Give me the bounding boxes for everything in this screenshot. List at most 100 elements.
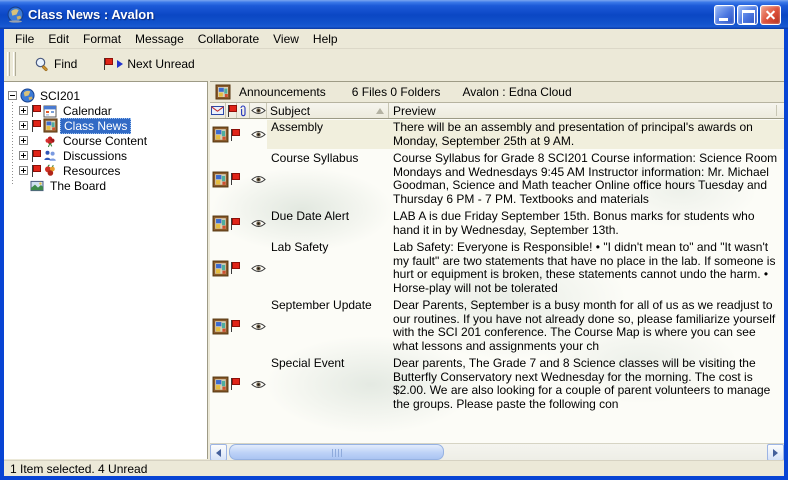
eye-icon: [251, 264, 266, 273]
eye-icon: [251, 106, 266, 115]
next-unread-button[interactable]: Next Unread: [97, 54, 200, 74]
toolbar-grip[interactable]: [7, 52, 10, 76]
tree-root-sci201[interactable]: SCI201: [4, 88, 207, 103]
maximize-button[interactable]: [737, 5, 758, 25]
globe-icon: [20, 88, 35, 103]
calendar-icon: [43, 104, 57, 118]
scroll-left-button[interactable]: [210, 444, 227, 461]
menu-view[interactable]: View: [266, 31, 306, 47]
sidebar-item-label: Calendar: [60, 104, 115, 118]
eye-icon: [251, 130, 266, 139]
unread-flag-icon: [230, 173, 239, 185]
unread-flag-icon: [230, 378, 239, 390]
unread-flag-icon: [31, 165, 40, 177]
panel-header: Announcements 6 Files 0 Folders Avalon :…: [210, 82, 784, 103]
board-icon: [30, 179, 44, 193]
list-item[interactable]: September Update Dear Parents, September…: [210, 297, 784, 355]
menu-file[interactable]: File: [8, 31, 41, 47]
unread-flag-icon: [230, 262, 239, 274]
expand-box-icon[interactable]: [19, 166, 28, 175]
announcement-icon: [212, 260, 229, 277]
item-subject: Due Date Alert: [267, 209, 389, 238]
sort-ascending-icon: [376, 108, 384, 114]
status-text: 1 Item selected. 4 Unread: [10, 462, 147, 476]
column-preview[interactable]: Preview: [389, 103, 784, 118]
magnifier-icon: [34, 56, 50, 72]
expand-box-icon[interactable]: [19, 151, 28, 160]
flag-icon: [227, 105, 236, 117]
course-content-icon: [43, 134, 57, 148]
announcement-icon: [212, 215, 229, 232]
scroll-right-button[interactable]: [767, 444, 784, 461]
column-attachment[interactable]: [237, 103, 250, 118]
close-button[interactable]: [760, 5, 781, 25]
paperclip-icon: [239, 105, 247, 117]
item-subject: Special Event: [267, 356, 389, 412]
envelope-icon: [211, 106, 224, 115]
collapse-box-icon[interactable]: [8, 91, 17, 100]
sidebar-item-discussions[interactable]: Discussions: [4, 148, 207, 163]
list-item[interactable]: Due Date Alert LAB A is due Friday Septe…: [210, 208, 784, 239]
menu-help[interactable]: Help: [306, 31, 345, 47]
minimize-button[interactable]: [714, 5, 735, 25]
subject-header-label: Subject: [270, 104, 310, 118]
file-folder-counts: 6 Files 0 Folders: [352, 85, 441, 99]
class-news-icon: [43, 118, 58, 133]
column-envelope[interactable]: [210, 103, 226, 118]
item-subject: September Update: [267, 298, 389, 354]
resources-icon: [43, 164, 57, 178]
sidebar-item-calendar[interactable]: Calendar: [4, 103, 207, 118]
column-subject[interactable]: Subject: [267, 103, 389, 118]
column-viewed[interactable]: [250, 103, 267, 118]
next-unread-label: Next Unread: [127, 57, 194, 71]
announcement-list: Assembly There will be an assembly and p…: [210, 119, 784, 443]
sidebar-item-label: Resources: [60, 164, 123, 178]
unread-flag-icon: [31, 120, 40, 132]
list-item[interactable]: Assembly There will be an assembly and p…: [210, 119, 784, 150]
menu-message[interactable]: Message: [128, 31, 191, 47]
item-subject: Course Syllabus: [267, 151, 389, 207]
sidebar-item-the-board[interactable]: The Board: [4, 178, 207, 193]
menu-collaborate[interactable]: Collaborate: [191, 31, 266, 47]
sidebar-item-course-content[interactable]: Course Content: [4, 133, 207, 148]
list-item[interactable]: Lab Safety Lab Safety: Everyone is Respo…: [210, 239, 784, 297]
column-flag[interactable]: [226, 103, 237, 118]
scrollbar-track[interactable]: [227, 444, 767, 460]
scrollbar-thumb[interactable]: [229, 444, 444, 460]
item-preview: Dear Parents, September is a busy month …: [389, 298, 784, 354]
announcement-icon: [212, 376, 229, 393]
title-bar[interactable]: Class News : Avalon: [0, 0, 788, 29]
chevron-right-icon: [773, 449, 778, 457]
find-button[interactable]: Find: [28, 53, 83, 75]
tree-root-label: SCI201: [37, 89, 83, 103]
toolbar-grip[interactable]: [13, 52, 16, 76]
expand-box-icon[interactable]: [19, 121, 28, 130]
menu-edit[interactable]: Edit: [41, 31, 76, 47]
item-subject: Lab Safety: [267, 240, 389, 296]
sidebar-item-label: The Board: [47, 179, 109, 193]
window-frame: File Edit Format Message Collaborate Vie…: [0, 29, 788, 480]
eye-icon: [251, 380, 266, 389]
sidebar-item-class-news[interactable]: Class News: [4, 118, 207, 133]
sidebar-item-label: Course Content: [60, 134, 150, 148]
announcement-icon: [212, 126, 229, 143]
expand-box-icon[interactable]: [19, 136, 28, 145]
unread-flag-icon: [31, 105, 40, 117]
discussions-icon: [43, 149, 57, 163]
item-preview: Lab Safety: Everyone is Responsible! • "…: [389, 240, 784, 296]
window-title: Class News : Avalon: [28, 7, 714, 22]
announcements-icon: [215, 84, 231, 100]
item-subject: Assembly: [267, 120, 389, 149]
list-item[interactable]: Course Syllabus Course Syllabus for Grad…: [210, 150, 784, 208]
content-area: SCI201 Calendar: [4, 79, 784, 460]
app-window: Class News : Avalon File Edit Format Mes…: [0, 0, 788, 480]
menu-format[interactable]: Format: [76, 31, 128, 47]
item-preview: LAB A is due Friday September 15th. Bonu…: [389, 209, 784, 238]
menu-bar: File Edit Format Message Collaborate Vie…: [4, 29, 784, 48]
list-item[interactable]: Special Event Dear parents, The Grade 7 …: [210, 355, 784, 413]
sidebar-item-resources[interactable]: Resources: [4, 163, 207, 178]
item-preview: There will be an assembly and presentati…: [389, 120, 784, 149]
sidebar-item-label: Discussions: [60, 149, 130, 163]
expand-box-icon[interactable]: [19, 106, 28, 115]
eye-icon: [251, 219, 266, 228]
